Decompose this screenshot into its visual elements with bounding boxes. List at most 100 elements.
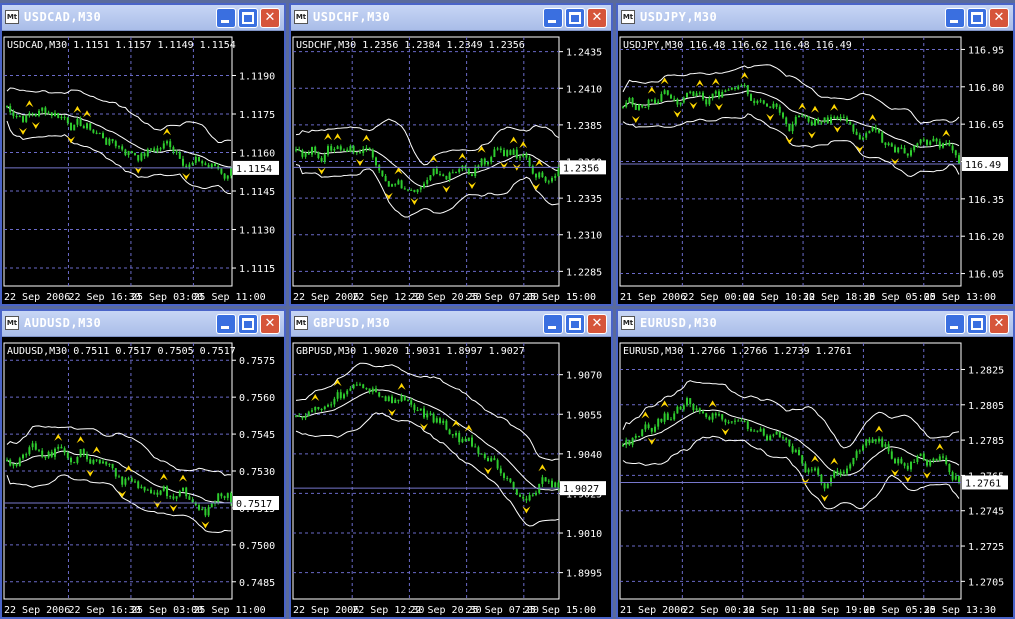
- mt4-app-icon: Mt: [621, 10, 635, 24]
- minimize-button[interactable]: [543, 314, 563, 334]
- chart-window-eurusd[interactable]: MtEURUSD,M30✕1.28251.28051.27851.27651.2…: [616, 309, 1015, 619]
- candle-body: [881, 438, 884, 447]
- chart-area[interactable]: 1.24351.24101.23851.23601.23351.23101.22…: [291, 31, 611, 304]
- window-title: USDCAD,M30: [24, 10, 102, 24]
- chart-window-gbpusd[interactable]: MtGBPUSD,M30✕1.90701.90551.90401.90251.9…: [289, 309, 613, 619]
- window-titlebar[interactable]: Mt USDCHF,M30 ✕: [291, 5, 611, 31]
- candle-body: [737, 420, 740, 422]
- candle-body: [336, 392, 339, 399]
- candle-body: [464, 438, 467, 442]
- candle-body: [682, 97, 685, 103]
- candle-body: [708, 98, 711, 105]
- chart-window-usdjpy[interactable]: MtUSDJPY,M30✕116.95116.80116.65116.50116…: [616, 3, 1015, 306]
- close-button[interactable]: ✕: [260, 314, 280, 334]
- candle-body: [346, 390, 349, 395]
- candle-body: [721, 92, 724, 98]
- chart-area[interactable]: 1.28251.28051.27851.27651.27451.27251.27…: [618, 337, 1013, 617]
- candle-body: [535, 492, 537, 495]
- candle-body: [887, 143, 890, 145]
- candle-body: [298, 415, 301, 417]
- fractal-up-arrow: [538, 464, 547, 472]
- close-button[interactable]: ✕: [989, 8, 1009, 28]
- candle-body: [871, 439, 874, 443]
- candle-body: [862, 137, 864, 140]
- candle-body: [916, 455, 919, 462]
- candle-body: [535, 173, 537, 178]
- candle-body: [18, 116, 21, 118]
- maximize-button[interactable]: [565, 8, 585, 28]
- candle-body: [775, 103, 778, 107]
- candle-body: [439, 173, 441, 175]
- close-button[interactable]: ✕: [587, 314, 607, 334]
- candle-body: [375, 388, 377, 393]
- chart-area[interactable]: 1.90701.90551.90401.90251.90101.899522 S…: [291, 337, 611, 617]
- fractal-down-arrow: [647, 437, 656, 445]
- window-titlebar[interactable]: Mt GBPUSD,M30 ✕: [291, 311, 611, 337]
- candle-body: [862, 445, 864, 451]
- candle-body: [403, 395, 406, 401]
- candle-body: [384, 396, 387, 402]
- candle-body: [381, 170, 384, 176]
- chart-window-usdcad[interactable]: Mt USDCAD,M30 ✕ 1.1190 1.1175 1.1160 1.1145 1.1…: [0, 3, 286, 306]
- candle-body: [339, 146, 342, 150]
- candle-body: [102, 133, 104, 139]
- window-titlebar[interactable]: Mt USDJPY,M30 ✕: [618, 5, 1013, 31]
- maximize-button[interactable]: [238, 314, 258, 334]
- candle-body: [146, 149, 149, 157]
- current-price-label: 1.2761: [965, 478, 1001, 489]
- minimize-button[interactable]: [216, 314, 236, 334]
- candle-body: [156, 148, 159, 152]
- candle-body: [327, 404, 329, 407]
- candle-body: [718, 414, 720, 416]
- minimize-button[interactable]: [945, 314, 965, 334]
- minimize-button[interactable]: [945, 8, 965, 28]
- close-button[interactable]: ✕: [260, 8, 280, 28]
- y-tick-label: 0.7575: [239, 356, 275, 367]
- maximize-button[interactable]: [967, 8, 987, 28]
- candle-body: [426, 413, 429, 418]
- fractal-up-arrow: [875, 425, 883, 433]
- chart-window-audusd[interactable]: Mt AUDUSD,M30 ✕ 0.7575 0.7560 0.7545 0.7530 0.7…: [0, 309, 286, 619]
- candle-body: [403, 188, 406, 190]
- candle-body: [503, 150, 505, 157]
- candle-body: [538, 172, 541, 178]
- fractal-up-arrow: [163, 128, 171, 136]
- maximize-button[interactable]: [967, 314, 987, 334]
- chart-window-usdchf[interactable]: MtUSDCHF,M30✕1.24351.24101.23851.23601.2…: [289, 3, 613, 306]
- maximize-button[interactable]: [565, 314, 585, 334]
- candle-body: [295, 149, 297, 151]
- fractal-down-arrow: [153, 500, 162, 508]
- chart-area[interactable]: 0.75750.75600.75450.75300.75150.75000.74…: [2, 337, 284, 617]
- candle-body: [852, 124, 855, 132]
- maximize-icon: [239, 315, 257, 333]
- fractal-down-arrow: [484, 467, 492, 475]
- fractal-up-arrow: [660, 77, 669, 85]
- window-titlebar[interactable]: Mt EURUSD,M30 ✕: [618, 311, 1013, 337]
- close-button[interactable]: ✕: [989, 314, 1009, 334]
- minimize-button[interactable]: [543, 8, 563, 28]
- candle-body: [644, 424, 647, 430]
- window-titlebar[interactable]: Mt AUDUSD,M30 ✕: [2, 311, 284, 337]
- candle-body: [86, 454, 88, 460]
- candle-body: [512, 149, 515, 155]
- candle-body: [836, 116, 839, 120]
- candle-body: [471, 174, 473, 176]
- fractal-up-arrow: [519, 141, 528, 149]
- maximize-button[interactable]: [238, 8, 258, 28]
- candle-body: [830, 117, 832, 124]
- minimize-button[interactable]: [216, 8, 236, 28]
- candle-body: [634, 104, 637, 110]
- window-titlebar[interactable]: Mt USDCAD,M30 ✕: [2, 5, 284, 31]
- candle-body: [849, 464, 852, 469]
- candle-body: [114, 468, 117, 477]
- chart-area[interactable]: 116.95116.80116.65116.50116.35116.20116.…: [618, 31, 1013, 304]
- fractal-up-arrow: [54, 433, 63, 441]
- fractal-up-arrow: [324, 133, 332, 141]
- candle-body: [663, 90, 666, 95]
- candle-body: [826, 117, 829, 124]
- chart-area[interactable]: 1.1190 1.1175 1.1160 1.1145 1.1130 1.1115 22 S…: [2, 31, 284, 304]
- x-tick-label: 25 Sep 11:00: [193, 292, 265, 303]
- candle-body: [884, 444, 887, 447]
- candle-body: [638, 435, 640, 437]
- close-button[interactable]: ✕: [587, 8, 607, 28]
